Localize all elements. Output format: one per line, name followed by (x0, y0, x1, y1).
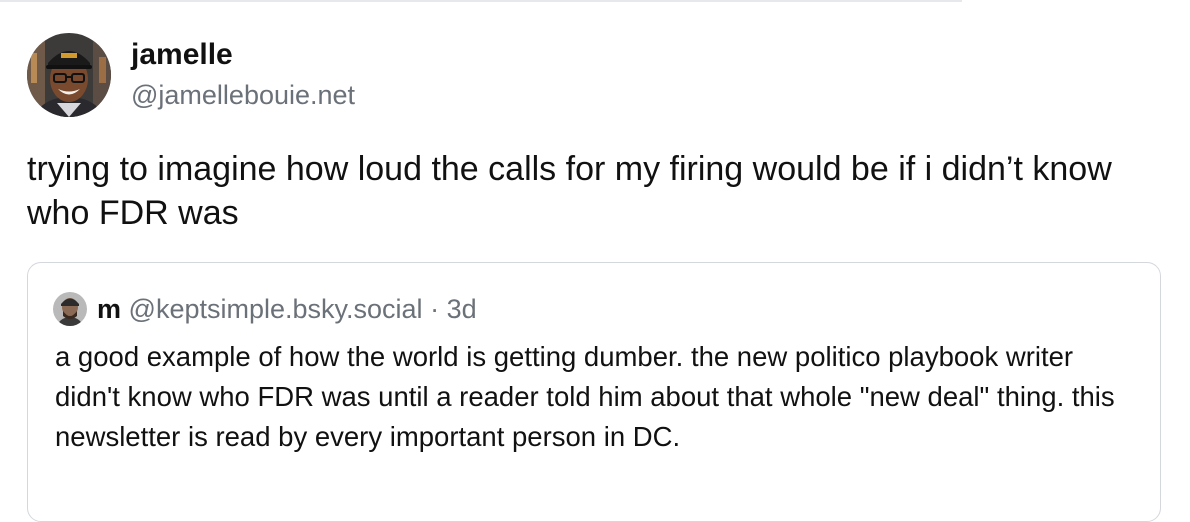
post-text: trying to imagine how loud the calls for… (27, 150, 1112, 232)
quoted-post-card[interactable]: m @keptsimple.bsky.social · 3d a good ex… (27, 262, 1161, 522)
author-avatar[interactable] (27, 33, 111, 117)
quoted-post-text: a good example of how the world is getti… (55, 341, 1115, 452)
quoted-author-avatar[interactable] (53, 292, 87, 326)
meta-separator: · (430, 294, 440, 324)
author-name[interactable]: jamelle (131, 38, 233, 72)
quoted-author-handle[interactable]: @keptsimple.bsky.social (129, 294, 423, 324)
quoted-post-meta: m @keptsimple.bsky.social · 3d (97, 292, 477, 326)
quoted-author-name[interactable]: m (97, 294, 121, 324)
quoted-timestamp[interactable]: 3d (447, 294, 477, 324)
post: jamelle @jamellebouie.net trying to imag… (0, 0, 1190, 522)
author-handle[interactable]: @jamellebouie.net (131, 80, 355, 111)
